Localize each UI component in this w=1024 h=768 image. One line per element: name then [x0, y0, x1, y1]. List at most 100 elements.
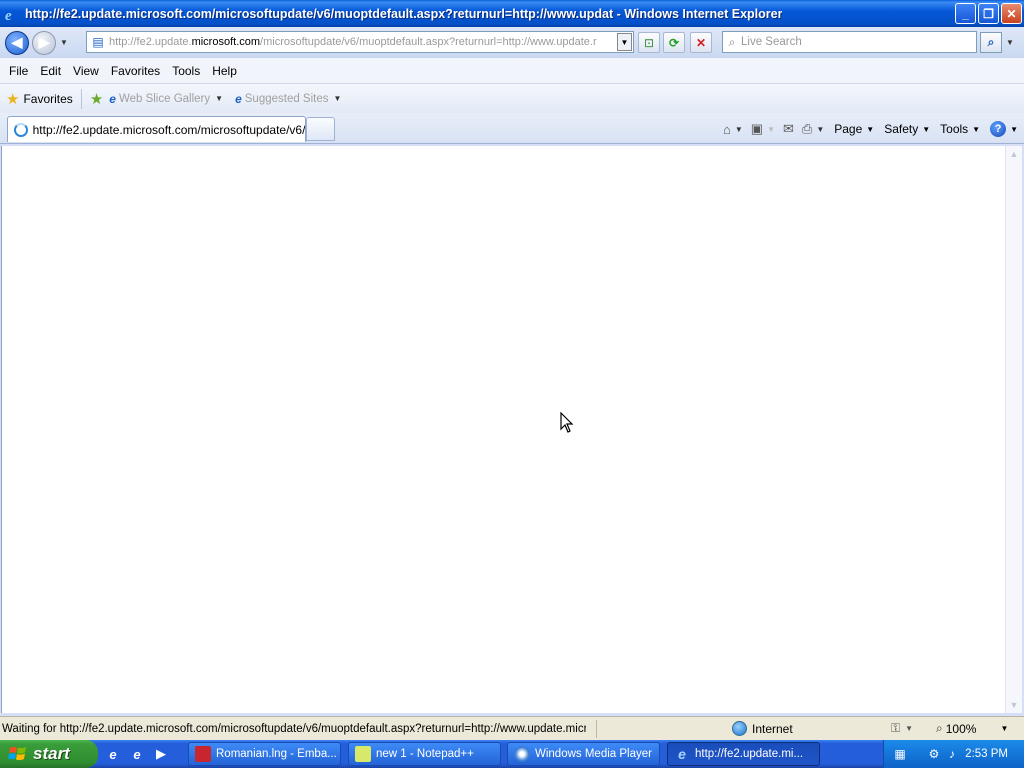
favorites-button[interactable]: ★ Favorites — [6, 90, 73, 108]
security-zone[interactable]: Internet — [732, 721, 793, 736]
task-notepad-plus-plus[interactable]: new 1 - Notepad++ — [348, 742, 501, 766]
taskbar: start e e ▶ Romanian.lng - Emba... new 1… — [0, 740, 1024, 768]
scroll-up-icon[interactable]: ▲ — [1006, 146, 1022, 162]
suggested-sites-label: Suggested Sites — [244, 92, 329, 105]
loading-spinner-icon — [14, 122, 28, 137]
new-tab-button[interactable] — [306, 117, 335, 141]
safety-menu[interactable]: Safety ▼ — [884, 122, 930, 136]
task-internet-explorer[interactable]: e http://fe2.update.mi... — [667, 742, 820, 766]
zoom-button[interactable]: ⌕ 100% ▼ — [936, 721, 1008, 736]
web-slice-gallery-label: Web Slice Gallery — [118, 92, 211, 105]
globe-icon — [732, 721, 747, 736]
compatibility-view-button[interactable]: ⊡ — [638, 32, 660, 53]
recent-pages-dropdown[interactable]: ▼ — [58, 38, 70, 47]
printer-icon: ⎙ — [801, 121, 813, 136]
forward-button[interactable]: ▶ — [32, 30, 56, 55]
menu-favorites[interactable]: Favorites — [105, 62, 166, 80]
keyboard-icon[interactable]: ▦ — [892, 746, 908, 762]
suggested-sites-link[interactable]: e Suggested Sites ▼ — [235, 92, 341, 106]
safety-menu-label: Safety — [884, 122, 919, 136]
favorites-star-icon: ★ — [6, 90, 20, 108]
zone-label: Internet — [752, 721, 793, 736]
volume-icon[interactable]: ♪ — [944, 746, 960, 762]
menu-bar: File Edit View Favorites Tools Help — [0, 58, 1024, 84]
stop-button[interactable]: ✕ — [690, 32, 712, 53]
windows-flag-icon — [8, 746, 26, 761]
start-label: start — [33, 744, 70, 763]
internet-explorer-icon: e — [5, 8, 12, 22]
rss-feed-icon: ▣ — [750, 121, 764, 136]
search-provider-icon: ⌕ — [728, 34, 736, 49]
page-menu[interactable]: Page ▼ — [834, 122, 874, 136]
refresh-button[interactable]: ⟳ — [663, 32, 685, 53]
tab-bar: http://fe2.update.microsoft.com/microsof… — [0, 113, 1024, 144]
task-romanian-lng[interactable]: Romanian.lng - Emba... — [188, 742, 341, 766]
url-suffix: /microsoftupdate/v6/muoptdefault.aspx?re… — [260, 36, 597, 48]
home-button[interactable]: ⌂ ▼ — [723, 122, 743, 137]
url-prefix: http://fe2.update. — [109, 36, 192, 48]
zoom-magnifier-icon: ⌕ — [936, 721, 943, 735]
tools-menu[interactable]: Tools ▼ — [940, 122, 980, 136]
favorites-separator — [80, 88, 82, 109]
status-text: Waiting for http://fe2.update.microsoft.… — [2, 722, 586, 735]
vertical-scrollbar[interactable]: ▲ ▼ — [1005, 146, 1022, 713]
chevron-down-icon: ▼ — [767, 124, 775, 134]
scroll-down-icon[interactable]: ▼ — [1006, 697, 1022, 713]
chevron-down-icon: ▼ — [816, 124, 825, 134]
notepad-plus-plus-icon — [355, 746, 371, 762]
chevron-down-icon: ▼ — [1010, 124, 1018, 134]
menu-edit[interactable]: Edit — [34, 62, 67, 80]
network-icon[interactable]: ⚙ — [926, 746, 942, 762]
help-menu[interactable]: ? ▼ — [990, 121, 1018, 137]
chevron-down-icon: ▼ — [866, 124, 875, 134]
menu-view[interactable]: View — [67, 62, 105, 80]
back-button[interactable]: ◀ — [5, 30, 29, 55]
quicklaunch-ie-alt-icon[interactable]: e — [128, 745, 146, 763]
menu-file[interactable]: File — [3, 62, 34, 80]
close-button[interactable]: ✕ — [1001, 3, 1022, 24]
protected-mode-button[interactable]: ⚿ ▼ — [891, 721, 913, 736]
chevron-down-icon: ▼ — [922, 124, 931, 134]
navigation-bar: ◀ ▶ ▼ ▤ http://fe2.update.microsoft.com/… — [0, 27, 1024, 58]
task-label: new 1 - Notepad++ — [376, 748, 474, 760]
address-bar[interactable]: ▤ http://fe2.update.microsoft.com/micros… — [86, 31, 634, 53]
search-options-dropdown[interactable]: ▼ — [1003, 32, 1017, 53]
mouse-cursor-icon — [560, 412, 574, 433]
start-button[interactable]: start — [0, 740, 98, 768]
add-to-favorites-bar-icon[interactable]: ★ — [90, 90, 103, 108]
chevron-down-icon: ▼ — [1000, 724, 1009, 733]
embarcadero-app-icon — [195, 746, 211, 762]
system-tray: ▦ ⚙ ♪ 2:53 PM — [883, 740, 1024, 768]
window-title: http://fe2.update.microsoft.com/microsof… — [25, 6, 783, 21]
tab-current[interactable]: http://fe2.update.microsoft.com/microsof… — [7, 116, 306, 142]
page-content[interactable] — [1, 146, 1005, 713]
url-domain: microsoft.com — [191, 36, 261, 48]
media-player-icon — [514, 746, 530, 762]
home-icon: ⌂ — [723, 121, 731, 137]
search-box[interactable]: ⌕ Live Search — [722, 31, 977, 53]
tools-menu-label: Tools — [940, 122, 969, 136]
search-button[interactable]: ⌕ — [980, 32, 1002, 53]
quicklaunch-ie-icon[interactable]: e — [104, 745, 122, 763]
status-bar: Waiting for http://fe2.update.microsoft.… — [0, 716, 1024, 740]
web-slice-gallery-link[interactable]: e Web Slice Gallery ▼ — [109, 92, 223, 106]
favorites-label: Favorites — [23, 91, 73, 106]
mail-icon: ✉ — [783, 121, 794, 136]
task-windows-media-player[interactable]: Windows Media Player — [507, 742, 660, 766]
zoom-level: 100% — [945, 721, 977, 736]
address-url[interactable]: http://fe2.update.microsoft.com/microsof… — [109, 36, 617, 48]
maximize-button[interactable]: ❐ — [978, 3, 999, 24]
clock[interactable]: 2:53 PM — [965, 748, 1008, 760]
title-bar[interactable]: e http://fe2.update.microsoft.com/micros… — [0, 0, 1024, 27]
ie-page-icon: e — [235, 91, 242, 106]
address-dropdown-button[interactable]: ▼ — [617, 33, 632, 51]
menu-help[interactable]: Help — [206, 62, 243, 80]
back-arrow-icon: ◀ — [11, 34, 23, 50]
task-label: http://fe2.update.mi... — [695, 748, 804, 760]
quicklaunch-media-player-icon[interactable]: ▶ — [152, 745, 170, 763]
feeds-button[interactable]: ▣ ▼ — [751, 121, 775, 137]
print-button[interactable]: ⎙ ▼ — [802, 121, 824, 137]
minimize-button[interactable]: _ — [955, 3, 976, 24]
menu-tools[interactable]: Tools — [166, 62, 206, 80]
read-mail-button[interactable]: ✉ — [783, 121, 794, 137]
